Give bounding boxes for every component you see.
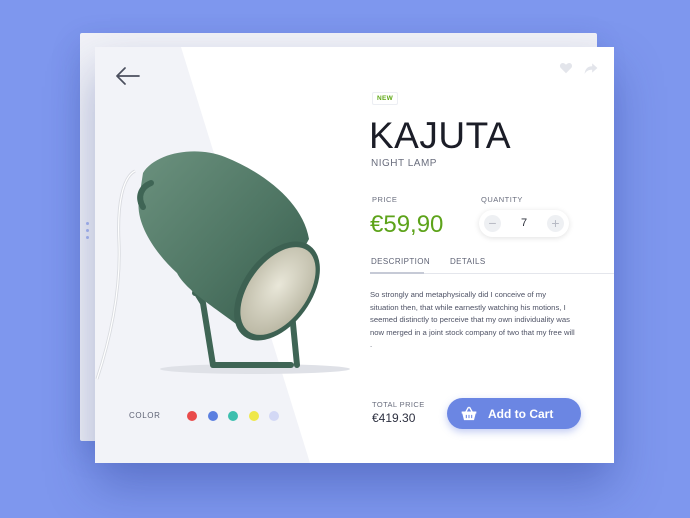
side-dots [86,222,90,243]
tab-details[interactable]: DETAILS [450,257,486,266]
quantity-label: QUANTITY [481,195,523,204]
color-swatches [187,411,290,421]
color-swatch-yellow[interactable] [248,411,259,421]
price-label: PRICE [372,195,398,204]
add-to-cart-button[interactable]: Add to Cart [447,398,581,429]
product-card: COLOR NEW KAJUTA NIGHT LAMP PRICE €59,90… [95,47,614,463]
total-price-value: €419.30 [372,411,416,425]
decrease-quantity-button[interactable]: − [484,215,501,232]
color-swatch-blue[interactable] [207,411,218,421]
active-tab-indicator [370,272,424,274]
basket-icon [461,406,477,421]
lamp-image [95,151,350,380]
new-badge: NEW [372,92,399,105]
share-icon[interactable] [584,61,598,75]
color-label: COLOR [129,411,161,420]
add-to-cart-label: Add to Cart [488,407,554,421]
heart-icon[interactable] [559,61,573,75]
description-text: So strongly and metaphysically did I con… [370,290,575,350]
color-swatch-teal[interactable] [228,411,238,421]
back-arrow-icon[interactable] [115,65,141,87]
total-price-label: TOTAL PRICE [372,400,425,409]
quantity-stepper: 7 − + [479,210,569,237]
price-value: €59,90 [370,211,444,238]
increase-quantity-button[interactable]: + [547,215,564,232]
color-swatch-red[interactable] [187,411,197,421]
tab-description[interactable]: DESCRIPTION [371,257,430,266]
product-title: KAJUTA [369,115,512,156]
product-subtitle: NIGHT LAMP [371,158,437,169]
color-swatch-lavender[interactable] [269,411,279,421]
